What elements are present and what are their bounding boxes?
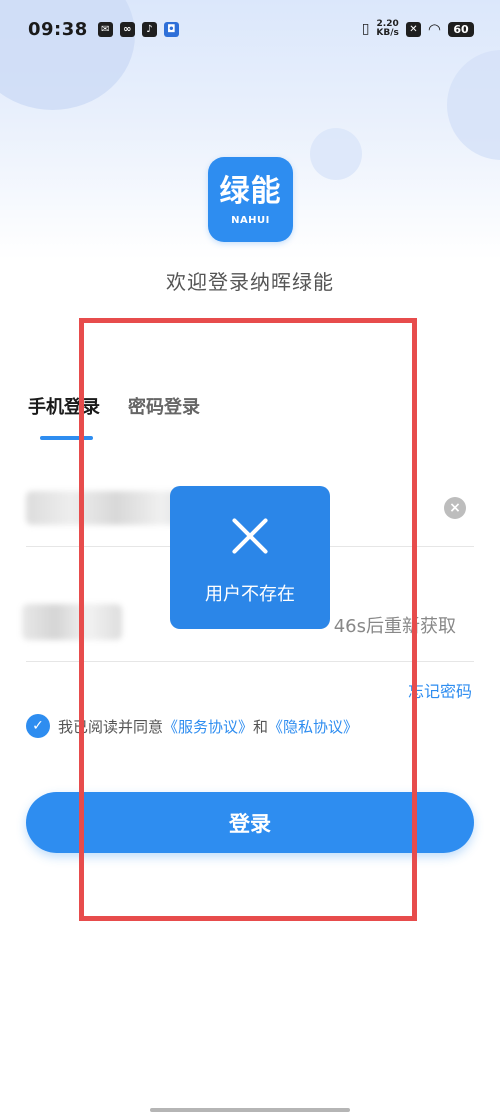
agreement-checkbox[interactable]: ✓: [26, 714, 50, 738]
tab-phone-login[interactable]: 手机登录: [28, 393, 100, 419]
logo-subtext: NAHUI: [231, 215, 270, 226]
privacy-agreement-link[interactable]: 《隐私协议》: [268, 718, 358, 736]
home-indicator[interactable]: [150, 1108, 350, 1112]
decor-bubble: [447, 50, 500, 160]
welcome-text: 欢迎登录纳晖绿能: [166, 270, 334, 294]
net-speed-unit: KB/s: [376, 28, 399, 38]
battery-icon: 60: [448, 21, 474, 37]
agreement-and: 和: [253, 717, 269, 736]
close-icon: [230, 516, 270, 556]
error-toast: 用户不存在: [170, 486, 330, 629]
resend-code-button[interactable]: 46s后重新获取: [334, 612, 456, 638]
toast-message: 用户不存在: [205, 584, 295, 605]
net-speed: 2.20 KB/s: [376, 20, 398, 38]
vibrate-icon: ▯: [361, 21, 370, 37]
service-agreement-link[interactable]: 《服务协议》: [163, 718, 253, 736]
decor-bubble: [310, 128, 362, 180]
status-bar: 09:38 ✉ ∞ ♪ ◘ ▯ 2.20 KB/s ✕ ◠ 60: [0, 0, 500, 58]
active-tab-indicator: [40, 436, 93, 440]
agreement-text: 我已阅读并同意《服务协议》和《隐私协议》: [58, 716, 358, 737]
app-badge-icon: ◘: [163, 21, 179, 37]
clear-icon[interactable]: ×: [444, 497, 466, 519]
redacted-code-mask: [22, 604, 122, 640]
app-logo: 绿能 NAHUI: [208, 157, 293, 242]
notification-icons: ✉ ∞ ♪ ◘: [97, 21, 179, 37]
tiktok-icon: ♪: [141, 21, 157, 37]
agreement-row: ✓ 我已阅读并同意《服务协议》和《隐私协议》: [26, 714, 358, 738]
logo-text: 绿能: [219, 174, 282, 209]
status-time: 09:38: [28, 18, 88, 40]
forgot-password-link[interactable]: 忘记密码: [408, 678, 472, 702]
tab-password-login[interactable]: 密码登录: [128, 393, 200, 419]
login-button[interactable]: 登录: [26, 792, 474, 853]
wifi-icon: ◠: [427, 20, 441, 38]
agreement-prefix: 我已阅读并同意: [58, 717, 164, 736]
status-right: ▯ 2.20 KB/s ✕ ◠ 60: [362, 20, 474, 38]
app-notification-icon: ∞: [119, 21, 135, 37]
mail-icon: ✉: [97, 21, 113, 37]
no-sim-icon: ✕: [405, 21, 421, 37]
login-tabs: 手机登录 密码登录: [28, 393, 200, 419]
